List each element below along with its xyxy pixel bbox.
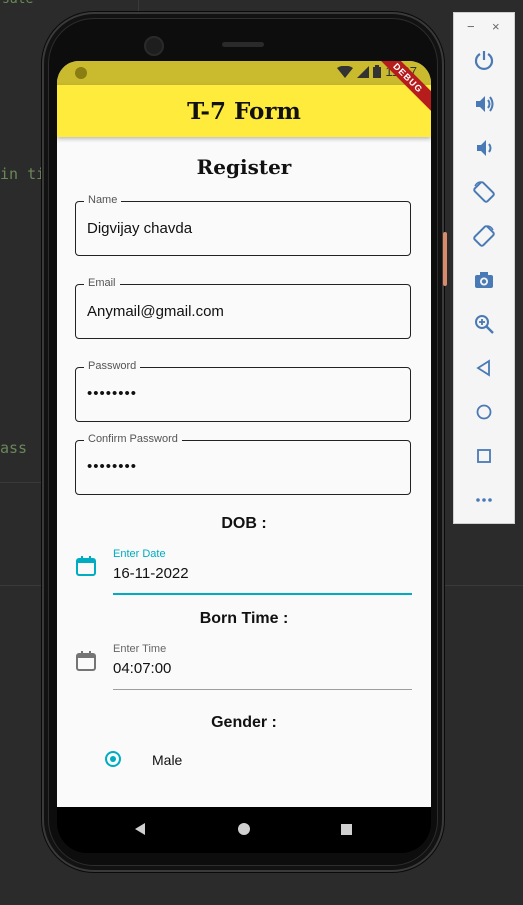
dob-underline	[113, 593, 412, 595]
more-icon	[476, 498, 492, 502]
back-icon[interactable]	[135, 823, 145, 835]
power-icon	[474, 51, 494, 71]
code-fragment: in ti	[0, 165, 46, 183]
confirm-password-value: ••••••••	[87, 458, 138, 475]
zoom-button[interactable]	[471, 311, 497, 337]
born-time-section-title: Born Time :	[199, 610, 289, 627]
notification-icon	[75, 67, 87, 79]
born-time-label: Enter Time	[113, 643, 167, 655]
confirm-password-field[interactable]: Confirm Password ••••••••	[75, 433, 411, 495]
speaker-grille	[222, 42, 264, 47]
ide-divider	[138, 0, 139, 12]
power-button[interactable]	[471, 47, 497, 73]
male-radio[interactable]	[105, 751, 121, 767]
calendar-icon[interactable]	[75, 650, 97, 672]
camera-icon	[144, 36, 164, 56]
overview-icon[interactable]	[341, 824, 352, 835]
status-bar: 11:07	[57, 61, 431, 85]
volume-down-button[interactable]	[471, 135, 497, 161]
app-title: T-7 Form	[187, 97, 301, 125]
code-fragment: sate	[2, 0, 33, 7]
email-field[interactable]: Email Anymail@gmail.com	[75, 277, 411, 339]
camera-icon	[475, 272, 493, 288]
app-bar: T-7 Form	[57, 85, 431, 137]
name-value: Digvijay chavda	[87, 220, 193, 237]
more-button[interactable]	[471, 487, 497, 513]
home-icon[interactable]	[238, 823, 250, 835]
radio-selected-dot	[110, 756, 116, 762]
wifi-icon	[337, 65, 354, 78]
ide-divider	[0, 482, 42, 483]
email-label: Email	[84, 277, 120, 289]
screenshot-button[interactable]	[471, 267, 497, 293]
side-button[interactable]	[443, 232, 447, 286]
overview-icon	[477, 449, 491, 463]
dob-section-title: DOB :	[221, 515, 267, 532]
emulator-back-button[interactable]	[471, 355, 497, 381]
emulator-toolbar: − ×	[453, 12, 515, 524]
email-value: Anymail@gmail.com	[87, 303, 224, 320]
password-label: Password	[84, 360, 141, 372]
rotate-right-icon	[473, 225, 495, 247]
emulator-home-button[interactable]	[471, 399, 497, 425]
name-label: Name	[84, 194, 122, 206]
name-field[interactable]: Name Digvijay chavda	[75, 194, 411, 256]
rotate-left-button[interactable]	[471, 179, 497, 205]
confirm-password-label: Confirm Password	[84, 433, 182, 445]
rotate-right-button[interactable]	[471, 223, 497, 249]
born-time-underline	[113, 689, 412, 690]
form-heading: Register	[196, 155, 292, 179]
emulator-overview-button[interactable]	[471, 443, 497, 469]
android-nav-bar	[57, 807, 431, 853]
dob-label: Enter Date	[113, 548, 166, 560]
rotate-left-icon	[473, 181, 495, 203]
born-time-input[interactable]: 04:07:00	[113, 660, 171, 677]
signal-icon	[357, 65, 370, 78]
password-field[interactable]: Password ••••••••	[75, 360, 411, 422]
phone-screen: 11:07 T-7 Form DEBUG Register Name Digvi…	[57, 61, 431, 807]
volume-down-icon	[477, 140, 492, 156]
volume-up-icon	[476, 96, 494, 112]
code-fragment: ass	[0, 439, 28, 457]
close-button[interactable]: ×	[492, 19, 500, 34]
back-icon	[476, 359, 490, 377]
home-icon	[476, 404, 492, 420]
volume-up-button[interactable]	[471, 91, 497, 117]
zoom-icon	[475, 315, 494, 334]
emulator-window-controls: − ×	[454, 17, 516, 37]
male-radio-label[interactable]: Male	[152, 752, 182, 768]
battery-icon	[373, 65, 382, 78]
gender-section-title: Gender :	[211, 714, 277, 731]
calendar-icon[interactable]	[75, 555, 97, 577]
minimize-button[interactable]: −	[467, 19, 475, 34]
dob-input[interactable]: 16-11-2022	[113, 565, 189, 582]
password-value: ••••••••	[87, 385, 138, 402]
